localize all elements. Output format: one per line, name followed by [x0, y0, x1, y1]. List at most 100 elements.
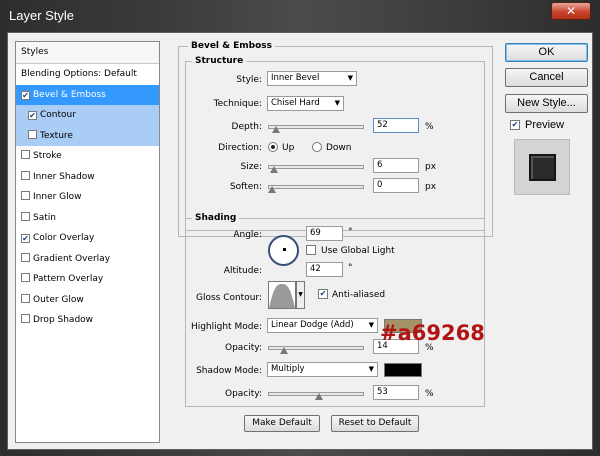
style-item[interactable]: Inner Shadow — [16, 167, 159, 188]
depth-input[interactable]: 52 — [373, 118, 419, 133]
depth-slider-thumb[interactable] — [272, 126, 281, 133]
chevron-down-icon: ▼ — [298, 291, 303, 298]
style-item-checkbox[interactable] — [21, 234, 30, 243]
shadow-mode-value: Multiply — [271, 364, 305, 374]
style-item[interactable]: Stroke — [16, 146, 159, 167]
shadow-opacity-input[interactable]: 53 — [373, 385, 419, 400]
style-item-checkbox[interactable] — [21, 191, 30, 200]
soften-input[interactable]: 0 — [373, 178, 419, 193]
style-item-checkbox[interactable] — [21, 90, 30, 100]
style-item-checkbox[interactable] — [21, 314, 30, 323]
styles-list: Styles Blending Options: Default Bevel & … — [15, 41, 160, 443]
angle-unit: ° — [348, 227, 353, 237]
direction-up-radio[interactable] — [268, 142, 278, 152]
style-item-label: Color Overlay — [33, 233, 95, 243]
style-item[interactable]: Satin — [16, 208, 159, 229]
style-item[interactable]: Inner Glow — [16, 187, 159, 208]
anti-aliased-label: Anti-aliased — [332, 290, 386, 300]
size-unit: px — [425, 162, 437, 172]
make-default-button[interactable]: Make Default — [244, 415, 320, 432]
direction-down-radio[interactable] — [312, 142, 322, 152]
style-item[interactable]: Blending Options: Default — [16, 64, 159, 85]
style-item-label: Contour — [40, 110, 76, 120]
shadow-opacity-slider[interactable] — [268, 389, 364, 400]
style-item-label: Blending Options: Default — [21, 69, 137, 79]
altitude-input[interactable]: 42 — [306, 262, 343, 277]
chevron-down-icon: ▼ — [368, 365, 374, 373]
style-item-label: Satin — [33, 212, 56, 223]
shadow-mode-dropdown[interactable]: Multiply ▼ — [267, 362, 378, 377]
preview-swatch — [529, 154, 556, 181]
style-item[interactable]: Texture — [16, 125, 159, 146]
style-item-label: Inner Shadow — [33, 171, 95, 182]
gloss-contour-preview[interactable] — [268, 281, 296, 309]
direction-up-label[interactable]: Up — [282, 143, 294, 153]
gloss-contour-dropdown[interactable]: ▼ — [296, 281, 305, 309]
chevron-down-icon: ▼ — [334, 99, 340, 107]
preview-checkbox[interactable] — [510, 120, 520, 130]
anti-aliased-checkbox[interactable] — [318, 289, 328, 299]
highlight-opacity-thumb[interactable] — [280, 347, 289, 354]
style-dropdown[interactable]: Inner Bevel ▼ — [267, 71, 357, 86]
style-item-checkbox[interactable] — [28, 129, 37, 139]
depth-unit: % — [425, 122, 434, 132]
use-global-light-checkbox[interactable] — [306, 245, 316, 255]
depth-slider[interactable] — [268, 122, 364, 133]
technique-label: Technique: — [213, 99, 262, 109]
window-title: Layer Style — [9, 8, 75, 23]
technique-dropdown[interactable]: Chisel Hard ▼ — [267, 96, 344, 111]
reset-to-default-button[interactable]: Reset to Default — [331, 415, 419, 432]
style-item[interactable]: Outer Glow — [16, 290, 159, 311]
shadow-color-swatch[interactable] — [384, 363, 422, 377]
angle-dial[interactable] — [268, 235, 299, 266]
style-item[interactable]: Drop Shadow — [16, 310, 159, 331]
style-item-checkbox[interactable] — [21, 293, 30, 303]
gloss-contour-label: Gloss Contour: — [195, 293, 262, 303]
style-item-checkbox[interactable] — [28, 111, 37, 120]
new-style-button[interactable]: New Style... — [505, 94, 588, 113]
shadow-mode-label: Shadow Mode: — [196, 366, 262, 376]
direction-down-label[interactable]: Down — [326, 143, 352, 153]
style-item-label: Outer Glow — [33, 294, 84, 305]
style-item[interactable]: Pattern Overlay — [16, 269, 159, 290]
styles-header[interactable]: Styles — [16, 42, 159, 64]
size-input[interactable]: 6 — [373, 158, 419, 173]
soften-slider-thumb[interactable] — [268, 186, 276, 193]
preview-thumbnail — [514, 139, 570, 195]
annotation-text: #a69268 — [380, 321, 485, 345]
chevron-down-icon: ▼ — [368, 321, 374, 329]
style-item-label: Stroke — [33, 151, 62, 161]
highlight-mode-dropdown[interactable]: Linear Dodge (Add) ▼ — [267, 318, 378, 333]
style-item[interactable]: Gradient Overlay — [16, 249, 159, 270]
title-bar[interactable]: Layer Style ✕ — [0, 0, 600, 32]
preview-label: Preview — [525, 119, 565, 131]
style-item-checkbox[interactable] — [21, 170, 30, 180]
dialog-client: Styles Blending Options: Default Bevel & … — [7, 32, 593, 450]
settings-panel: Bevel & Emboss Structure Style: Inner Be… — [168, 33, 493, 451]
style-item[interactable]: Color Overlay — [16, 228, 159, 249]
style-item-label: Gradient Overlay — [33, 253, 111, 264]
angle-input[interactable]: 69 — [306, 226, 343, 241]
highlight-opacity-slider[interactable] — [268, 343, 364, 354]
style-item-checkbox[interactable] — [21, 150, 30, 159]
highlight-opacity-label: Opacity: — [225, 343, 262, 353]
size-slider-thumb[interactable] — [269, 166, 278, 173]
use-global-light-label: Use Global Light — [321, 246, 395, 256]
style-item-label: Drop Shadow — [33, 315, 94, 325]
highlight-mode-label: Highlight Mode: — [190, 322, 262, 332]
size-slider[interactable] — [268, 162, 364, 173]
structure-title: Structure — [192, 56, 247, 66]
angle-dial-dot — [283, 248, 286, 251]
shadow-opacity-thumb[interactable] — [314, 393, 323, 400]
cancel-button[interactable]: Cancel — [505, 68, 588, 87]
style-item-checkbox[interactable] — [21, 211, 30, 221]
chevron-down-icon: ▼ — [347, 74, 353, 82]
close-button[interactable]: ✕ — [551, 2, 591, 20]
style-item-checkbox[interactable] — [21, 273, 30, 282]
shadow-opacity-unit: % — [425, 389, 434, 399]
ok-button[interactable]: OK — [505, 43, 588, 62]
soften-slider[interactable] — [268, 182, 364, 193]
style-item[interactable]: Contour — [16, 105, 159, 126]
style-item-checkbox[interactable] — [21, 252, 30, 262]
style-item[interactable]: Bevel & Emboss — [16, 84, 159, 105]
